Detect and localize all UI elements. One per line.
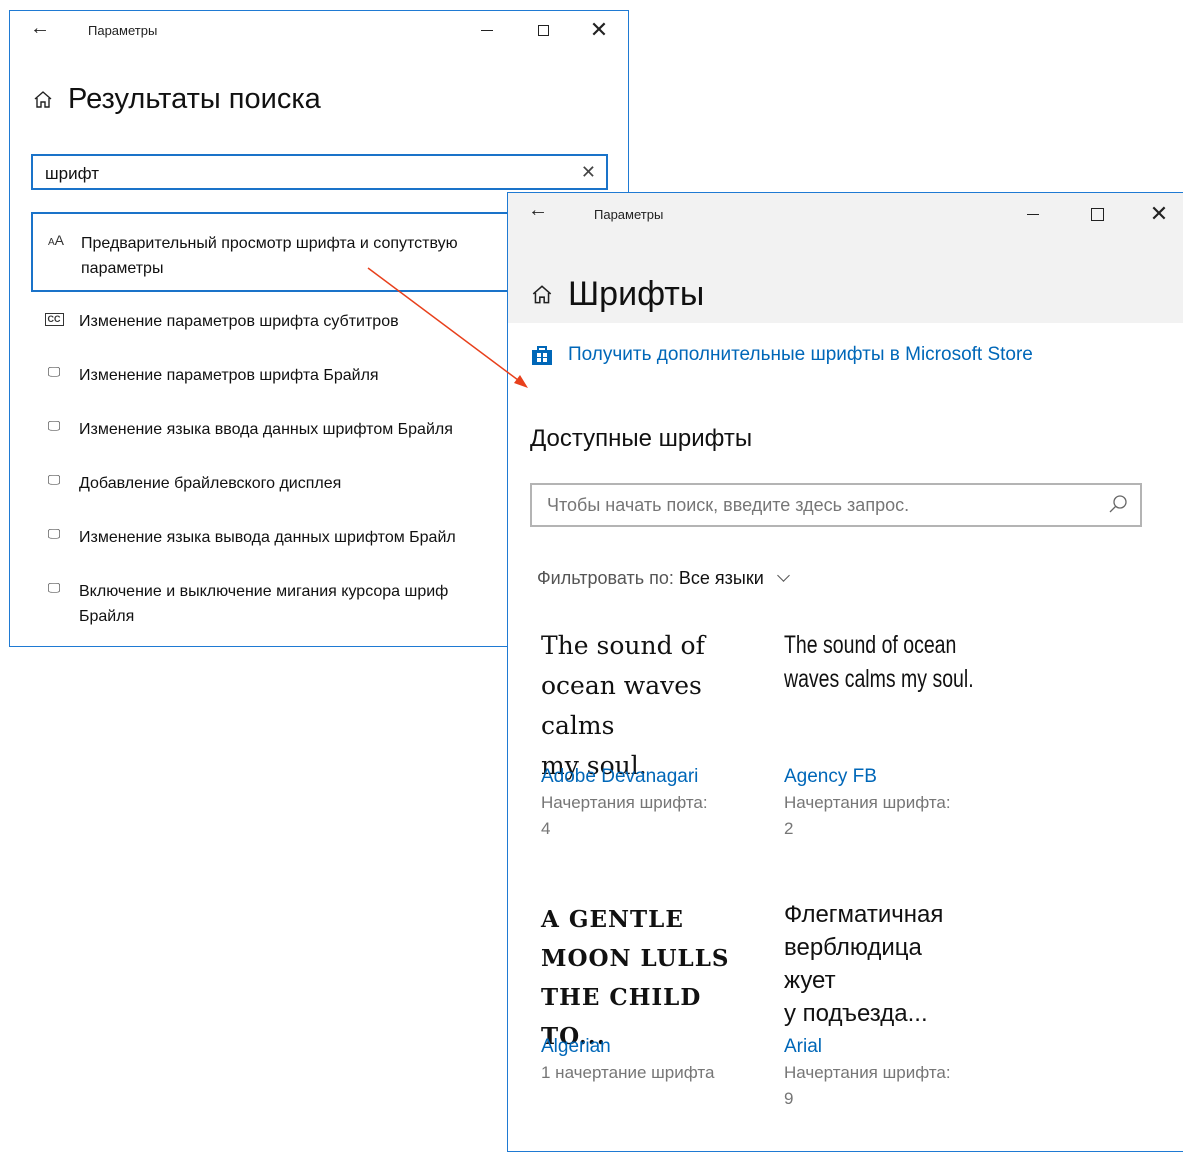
braille-display-icon: 🖵 — [47, 526, 61, 541]
braille-display-icon: 🖵 — [47, 418, 61, 433]
braille-display-icon: 🖵 — [47, 580, 61, 595]
result-label: Изменение языка вывода данных шрифтом Бр… — [79, 529, 456, 546]
close-icon: ✕ — [1149, 201, 1169, 226]
result-label: Включение и выключение мигания курсора ш… — [79, 583, 449, 625]
settings-search-input[interactable]: шрифт ✕ — [31, 154, 608, 190]
page-header: Результаты поиска — [32, 83, 321, 116]
fonts-settings-window: ← Параметры ✕ Шрифты Получить дополнител… — [507, 192, 1183, 1152]
font-preview-icon: AA — [47, 232, 64, 248]
font-styles-count: Начертания шрифта: 9 — [784, 1063, 951, 1108]
font-styles-count: Начертания шрифта: 4 — [541, 793, 708, 838]
font-preview: A GENTLE MOON LULLS THE CHILD TO... — [541, 906, 730, 1050]
font-name: Agency FB — [784, 766, 877, 787]
page-title: Результаты поиска — [68, 83, 321, 115]
maximize-icon — [537, 24, 549, 36]
close-icon: ✕ — [589, 17, 609, 42]
closed-captions-icon: CC — [43, 310, 65, 326]
font-preview: The sound of ocean waves calms my soul. — [541, 631, 705, 780]
font-preview: Флегматичная верблюдица жует у подъезда.… — [784, 901, 944, 1027]
search-icon[interactable] — [1108, 494, 1128, 514]
back-arrow-icon[interactable]: ← — [30, 17, 50, 40]
page-title: Шрифты — [568, 275, 705, 313]
filter-value: Все языки — [678, 568, 764, 588]
minimize-button[interactable] — [464, 15, 510, 45]
home-icon[interactable] — [32, 89, 54, 111]
window-title: Параметры — [88, 23, 158, 38]
search-value: шрифт — [45, 164, 99, 183]
font-name: Adobe Devanagari — [541, 766, 699, 787]
close-button[interactable]: ✕ — [576, 15, 622, 45]
back-arrow-icon[interactable]: ← — [528, 199, 548, 222]
font-styles-count: Начертания шрифта: 2 — [784, 793, 951, 838]
maximize-icon — [1090, 207, 1104, 221]
microsoft-store-link[interactable]: Получить дополнительные шрифты в Microso… — [530, 343, 1033, 367]
window-title: Параметры — [594, 207, 664, 222]
filter-label: Фильтровать по: — [537, 568, 674, 588]
font-tile-agency-fb[interactable]: The sound of ocean waves calms my soul. … — [784, 628, 1009, 842]
store-link-label: Получить дополнительные шрифты в Microso… — [568, 344, 1033, 365]
maximize-button[interactable] — [520, 15, 566, 45]
close-button[interactable]: ✕ — [1136, 199, 1182, 229]
minimize-icon — [1027, 213, 1039, 215]
font-preview: The sound of ocean waves calms my soul. — [784, 631, 974, 693]
title-bar: ← Параметры ✕ — [10, 11, 628, 49]
page-header: Шрифты — [530, 275, 704, 314]
font-tile-adobe-devanagari[interactable]: The sound of ocean waves calms my soul. … — [541, 626, 766, 842]
maximize-button[interactable] — [1074, 199, 1120, 229]
font-tile-algerian[interactable]: A GENTLE MOON LULLS THE CHILD TO... Alge… — [541, 900, 766, 1086]
result-label: Изменение параметров шрифта Брайля — [79, 367, 379, 384]
result-label: Изменение языка ввода данных шрифтом Бра… — [79, 421, 453, 438]
result-label: Изменение параметров шрифта субтитров — [79, 313, 399, 330]
chevron-down-icon — [776, 569, 790, 582]
clear-search-icon[interactable]: ✕ — [581, 162, 596, 183]
result-label: Предварительный просмотр шрифта и сопутс… — [81, 235, 458, 277]
store-bag-icon — [532, 346, 552, 365]
font-styles-count: 1 начертание шрифта — [541, 1063, 715, 1082]
font-tile-arial[interactable]: Флегматичная верблюдица жует у подъезда.… — [784, 898, 1009, 1112]
search-placeholder: Чтобы начать поиск, введите здесь запрос… — [547, 495, 910, 515]
title-bar: ← Параметры ✕ — [508, 193, 1183, 231]
font-name: Arial — [784, 1036, 823, 1057]
braille-display-icon: 🖵 — [47, 364, 61, 379]
result-label: Добавление брайлевского дисплея — [79, 475, 342, 492]
braille-display-icon: 🖵 — [47, 472, 61, 487]
home-icon[interactable] — [530, 283, 554, 307]
font-name: Algerian — [541, 1036, 611, 1057]
language-filter-dropdown[interactable]: Фильтровать по: Все языки — [537, 568, 790, 589]
minimize-icon — [481, 29, 493, 31]
available-fonts-heading: Доступные шрифты — [530, 425, 753, 452]
minimize-button[interactable] — [1010, 199, 1056, 229]
font-search-input[interactable]: Чтобы начать поиск, введите здесь запрос… — [530, 483, 1142, 527]
